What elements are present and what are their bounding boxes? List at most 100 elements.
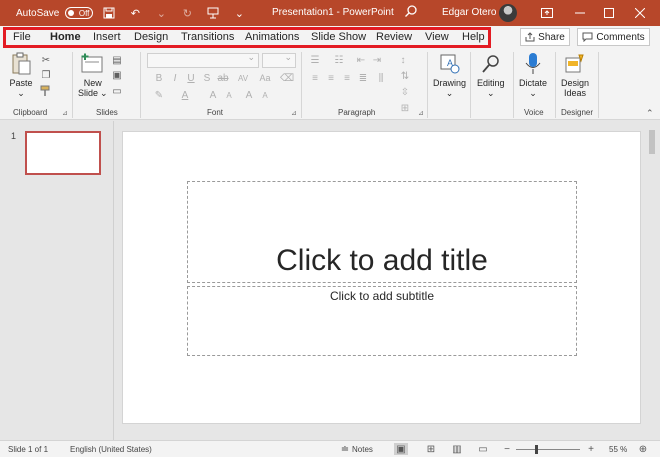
slide-sorter-icon[interactable]: ⊞ [424,443,438,455]
language-indicator[interactable]: English (United States) [70,445,152,454]
undo-icon[interactable]: ↶ [125,4,145,22]
notes-button[interactable]: Notes [352,445,373,454]
dictate-button[interactable]: Dictate ⌄ [519,52,547,98]
highlight-icon[interactable]: ✎ [152,89,166,101]
change-case-icon[interactable]: Aa [258,72,272,84]
drawing-button[interactable]: A Drawing ⌄ [433,52,466,98]
bullets-icon[interactable]: ☰ [308,54,322,66]
align-right-icon[interactable]: ≡ [340,72,354,84]
underline-icon[interactable]: U [184,72,198,84]
zoom-out-icon[interactable]: − [500,443,514,455]
new-slide-button[interactable]: New Slide ⌄ [78,52,108,98]
design-ideas-button[interactable]: Design Ideas [561,52,589,98]
paste-dropdown-icon[interactable]: ⌄ [17,88,25,98]
share-button[interactable]: Share [520,28,570,46]
autosave-label: AutoSave [16,7,60,19]
font-name-select[interactable] [147,52,259,68]
justify-icon[interactable]: ≣ [356,72,370,84]
pane-divider[interactable] [113,121,114,440]
user-name[interactable]: Edgar Otero [442,7,496,18]
editing-button[interactable]: Editing ⌄ [477,52,505,98]
close-icon[interactable] [624,0,656,26]
scrollbar-thumb[interactable] [649,130,655,154]
zoom-in-icon[interactable]: + [584,443,598,455]
section-icon[interactable]: ▭ [110,85,124,97]
notes-icon[interactable]: ≐ [338,443,352,455]
divider [555,52,556,118]
dictate-label: Dictate [519,78,548,88]
columns-icon[interactable]: ⫼ [374,72,388,84]
redo-icon[interactable]: ↻ [177,4,197,22]
drawing-dropdown-icon[interactable]: ⌄ [446,88,454,98]
collapse-ribbon-icon[interactable]: ⌃ [646,108,654,119]
decrease-font-icon[interactable]: A [222,89,236,101]
slide-show-view-icon[interactable]: ▭ [476,443,490,455]
start-from-beginning-icon[interactable] [203,4,223,22]
customize-quick-access-icon[interactable]: ⌄ [229,4,249,22]
search-icon[interactable] [404,4,418,21]
numbering-icon[interactable]: ☷ [332,54,346,66]
editing-dropdown-icon[interactable]: ⌄ [487,88,495,98]
group-label-slides: Slides [96,108,118,117]
center-icon[interactable]: ≡ [324,72,338,84]
align-text-icon[interactable]: ⇳ [398,86,412,98]
zoom-slider[interactable] [516,449,580,450]
character-spacing-icon[interactable]: AV [236,72,250,84]
slide-counter[interactable]: Slide 1 of 1 [8,445,48,454]
ribbon-tabs: File Home Insert Design Transitions Anim… [0,26,660,48]
autosave-state: Off [78,8,90,18]
zoom-slider-thumb[interactable] [535,445,538,454]
new-slide-label-1: New [83,78,102,88]
shadow-icon[interactable]: S [200,72,214,84]
line-spacing-icon[interactable]: ↕ [396,54,410,66]
format-painter-icon[interactable] [39,85,53,97]
paragraph-launcher-icon[interactable]: ⊿ [418,109,424,117]
group-label-paragraph: Paragraph [338,108,376,117]
font-color-icon[interactable]: A [178,89,192,101]
comments-button[interactable]: Comments [577,28,650,46]
smartart-icon[interactable]: ⊞ [398,102,412,114]
thumbnail-number: 1 [11,131,17,141]
decrease-indent-icon[interactable]: ⇤ [354,54,368,66]
share-label: Share [538,31,565,43]
font-launcher-icon[interactable]: ⊿ [291,109,297,117]
italic-icon[interactable]: I [168,72,182,84]
paste-icon [9,52,33,76]
fit-slide-icon[interactable]: ⊕ [636,443,650,455]
ribbon-display-options-icon[interactable] [531,0,563,26]
normal-view-icon[interactable]: ▣ [394,443,408,455]
autosave-toggle[interactable]: Off [65,7,94,19]
font-size-down-icon[interactable]: A [258,89,272,101]
divider [140,52,141,118]
avatar[interactable] [499,4,517,22]
vertical-scrollbar[interactable] [646,124,658,440]
bold-icon[interactable]: B [152,72,166,84]
font-size-select[interactable] [262,52,296,68]
maximize-icon[interactable] [593,0,625,26]
paste-button[interactable]: Paste ⌄ [9,52,33,98]
zoom-level[interactable]: 55 % [609,445,627,454]
reading-view-icon[interactable]: ▥ [450,443,464,455]
group-label-voice: Voice [524,108,544,117]
layout-icon[interactable]: ▤ [110,54,124,66]
group-label-font: Font [207,108,224,117]
align-left-icon[interactable]: ≡ [308,72,322,84]
dictate-dropdown-icon[interactable]: ⌄ [529,88,537,98]
reset-icon[interactable]: ▣ [110,69,124,81]
slide-thumbnail[interactable] [25,131,101,175]
design-ideas-icon [563,52,587,76]
divider [72,52,73,118]
text-direction-icon[interactable]: ⇅ [398,70,412,82]
clipboard-launcher-icon[interactable]: ⊿ [62,109,68,117]
redo-dropdown-icon[interactable]: ⌄ [151,4,171,22]
minimize-icon[interactable] [564,0,596,26]
strikethrough-icon[interactable]: ab [216,72,230,84]
copy-icon[interactable]: ❐ [39,69,53,81]
new-slide-dropdown-icon[interactable]: ⌄ [100,88,108,98]
font-size-up-icon[interactable]: A [242,89,256,101]
clear-formatting-icon[interactable]: ⌫ [280,72,294,84]
increase-font-icon[interactable]: A [206,89,220,101]
increase-indent-icon[interactable]: ⇥ [370,54,384,66]
cut-icon[interactable]: ✂ [39,54,53,66]
save-icon[interactable] [99,4,119,22]
